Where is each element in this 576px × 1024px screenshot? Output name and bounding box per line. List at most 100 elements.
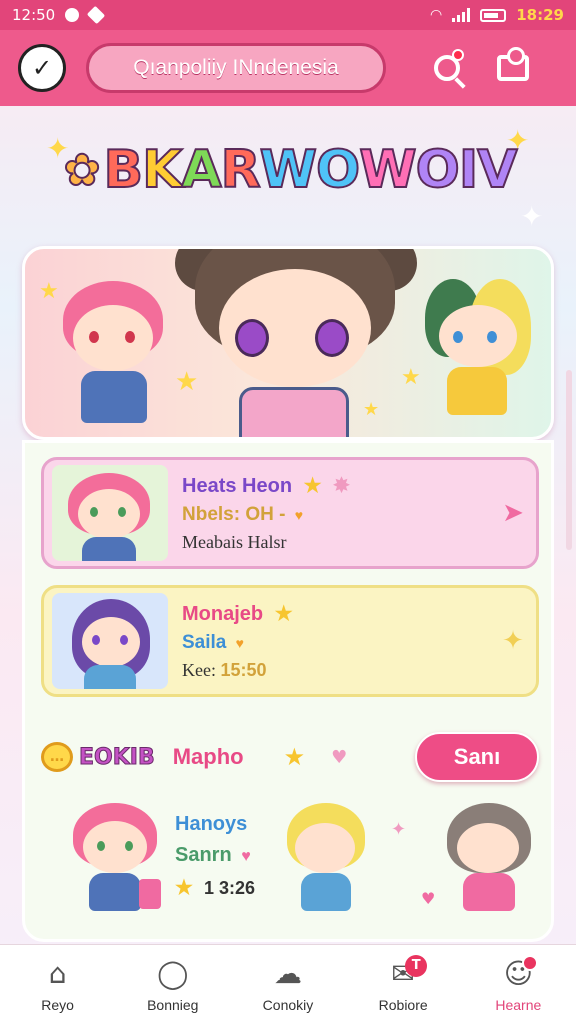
check-circle-icon[interactable]: ✓ (18, 44, 66, 92)
character-right (425, 279, 535, 429)
heart-icon: ♥ (241, 848, 251, 865)
banner-letter: V (476, 139, 518, 201)
banner-letter: O (315, 139, 361, 201)
profile-button[interactable] (490, 45, 536, 91)
nav-item-chat[interactable]: ◯ Bonnieg (123, 957, 223, 1013)
friend-line-3: ★ 1 3:26 (175, 875, 255, 900)
card-subtitle: Saila ♥ (182, 632, 498, 654)
banner-letter: W (358, 139, 417, 201)
friend-line-2-text: Sanrn (175, 844, 232, 866)
heart-icon: ♥ (294, 507, 304, 523)
status-time-right: 18:29 (516, 6, 564, 24)
chevron-right-icon[interactable]: ➤ (498, 498, 528, 528)
card-meta-label: Kee: (182, 660, 216, 680)
banner-letter: R (220, 139, 262, 201)
sparkle-arrow-icon[interactable]: ✦ (498, 626, 528, 656)
nav-label: Conokiy (262, 996, 314, 1013)
signal-icon (452, 8, 471, 22)
list-item[interactable]: Monajeb ★ Saila ♥ Kee: 15:50 ✦ (41, 585, 539, 697)
unread-badge: T (405, 954, 428, 977)
star-icon: ★ (39, 279, 59, 304)
chat-icon: ◯ (157, 957, 189, 990)
nav-item-home[interactable]: ⌂ Reyo (8, 957, 108, 1013)
character-thumbnail (52, 465, 168, 561)
nav-label: Reyo (41, 996, 74, 1013)
app-header: ✓ Qıanpoliiy INndenesia (0, 30, 576, 106)
nav-item-community[interactable]: ☁ Conokiy (238, 957, 338, 1013)
banner-letter: A (180, 139, 222, 201)
bottom-nav: ⌂ Reyo ◯ Bonnieg ☁ Conokiy ✉ T Robiore ☺… (0, 944, 576, 1024)
nav-item-messages[interactable]: ✉ T Robiore (353, 954, 453, 1013)
card-subtitle-text: Saila (182, 632, 227, 653)
card-meta-value: 15:50 (220, 660, 267, 680)
notification-dot (522, 954, 539, 971)
banner-letter: W (259, 139, 318, 201)
list-item[interactable]: Heats Heon ★ ✸ Nbels: OH - ♥ Meabais Hal… (41, 457, 539, 569)
star-icon: ★ (175, 367, 199, 397)
location-selector[interactable]: Qıanpoliiy INndenesia (86, 43, 386, 93)
battery-icon (480, 8, 507, 22)
card-name: Heats Heon ★ ✸ (182, 473, 498, 498)
sparkle-icon: ✦ (391, 819, 407, 840)
action-row: … EOKIB Mapho ★ ♥ Sanı (41, 729, 539, 785)
friend-line-3-text: 1 3:26 (203, 878, 255, 898)
card-name: Monajeb ★ (182, 601, 498, 626)
heart-icon: ♥ (421, 889, 436, 908)
flower-icon: ✿ (63, 144, 102, 197)
nav-item-profile[interactable]: ☺ Hearne (468, 954, 568, 1013)
character-pink (65, 799, 165, 919)
badge-label: EOKIB (79, 744, 156, 770)
star-icon: ★ (274, 603, 293, 625)
card-subtitle-text: Nbels: OH - (182, 504, 286, 525)
start-button[interactable]: Sanı (415, 732, 539, 782)
character-thumbnail (52, 593, 168, 689)
heart-icon: ♥ (235, 635, 244, 651)
character-gray (441, 799, 537, 919)
cloud-chat-icon: ☁ (273, 957, 302, 990)
banner-letter: K (141, 139, 183, 201)
friend-line-2: Sanrn ♥ (175, 844, 255, 867)
card-text: Heats Heon ★ ✸ Nbels: OH - ♥ Meabais Hal… (182, 473, 498, 553)
nav-label: Robiore (378, 996, 428, 1013)
friend-line-1: Hanoys (175, 813, 248, 835)
banner-letter: O (415, 139, 461, 201)
star-icon: ★ (401, 365, 421, 390)
profile-card-icon (497, 47, 529, 81)
chat-bubble-icon: … (41, 742, 73, 772)
banner-letter: I (458, 139, 479, 201)
card-name-text: Monajeb (182, 603, 264, 625)
character-blonde (281, 799, 371, 919)
nav-label: Hearne (495, 996, 542, 1013)
home-icon: ⌂ (48, 957, 67, 990)
card-subtitle: Nbels: OH - ♥ (182, 504, 498, 526)
card-meta: Meabais Halsr (182, 532, 287, 552)
tag-icon (87, 5, 106, 25)
heart-icon: ♥ (331, 746, 348, 768)
sparkle-icon: ✸ (333, 475, 350, 497)
friends-text: Hanoys Sanrn ♥ ★ 1 3:26 (175, 813, 255, 900)
content-panel: Heats Heon ★ ✸ Nbels: OH - ♥ Meabais Hal… (22, 440, 554, 942)
status-time: 12:50 (12, 6, 56, 24)
nav-label: Bonnieg (147, 996, 199, 1013)
card-meta: Kee: 15:50 (182, 660, 498, 681)
banner-title: ✿ B K A R W O W O I V (50, 130, 530, 210)
status-left: 12:50 (12, 5, 106, 25)
star-icon: ★ (363, 399, 380, 420)
card-text: Monajeb ★ Saila ♥ Kee: 15:50 (182, 601, 498, 681)
star-icon: ★ (303, 475, 322, 497)
notification-dot (452, 49, 464, 61)
friends-section[interactable]: Hanoys Sanrn ♥ ★ 1 3:26 ✦ ♥ (41, 799, 539, 929)
search-button[interactable] (424, 45, 470, 91)
card-name-text: Heats Heon (182, 475, 293, 497)
status-right: ◠ 18:29 (430, 6, 564, 24)
hero-banner[interactable]: ★ ★ ★ ★ (22, 246, 554, 440)
star-icon: ★ (283, 743, 306, 771)
status-bar: 12:50 ◠ 18:29 (0, 0, 576, 30)
notification-icon (65, 8, 80, 22)
star-icon: ★ (175, 877, 193, 899)
section-label: Mapho (172, 744, 244, 769)
banner-letter: B (102, 139, 144, 201)
character-left (59, 281, 169, 431)
wifi-icon: ◠ (430, 7, 443, 23)
scrollbar[interactable] (566, 370, 572, 550)
